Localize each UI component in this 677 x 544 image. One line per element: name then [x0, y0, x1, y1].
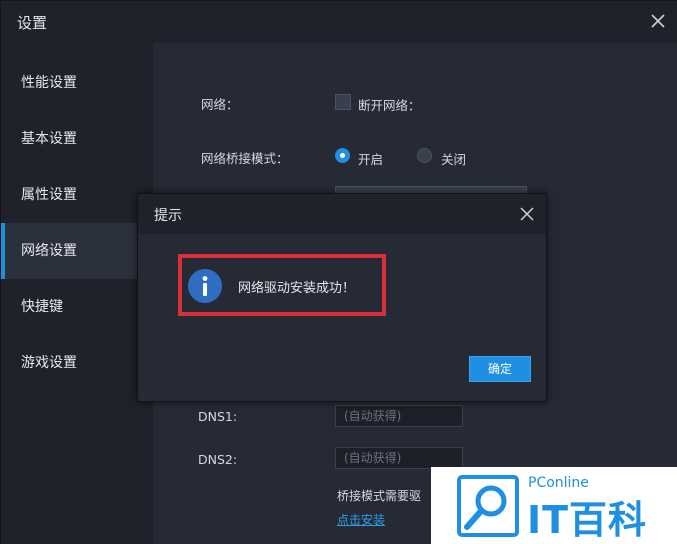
dns2-input[interactable]: (自动获得): [335, 447, 463, 469]
bridge-note: 桥接模式需要驱: [337, 489, 422, 503]
close-icon[interactable]: [648, 11, 668, 31]
dns1-input[interactable]: (自动获得): [335, 405, 463, 427]
dns2-label: DNS2:: [198, 452, 238, 467]
prompt-dialog: 提示 网络驱动安装成功！ 确定: [137, 193, 547, 402]
close-icon[interactable]: [518, 205, 536, 223]
bridge-on-radio[interactable]: [335, 148, 350, 163]
watermark-badge: PConline IT百科: [431, 467, 677, 544]
bridge-mode-label: 网络桥接模式：: [201, 151, 289, 166]
sidebar-item-performance[interactable]: 性能设置: [1, 55, 137, 111]
install-driver-link[interactable]: 点击安装: [337, 511, 385, 528]
sidebar: 性能设置 基本设置 属性设置 网络设置 快捷键 游戏设置: [1, 43, 153, 544]
bridge-off-radio[interactable]: [417, 148, 432, 163]
dialog-header: 提示: [138, 194, 546, 234]
window-title: 设置: [17, 14, 48, 32]
sidebar-item-properties[interactable]: 属性设置: [1, 167, 137, 223]
disconnect-label: 断开网络：: [358, 98, 421, 113]
disconnect-checkbox[interactable]: [335, 94, 351, 110]
info-icon: [188, 269, 222, 303]
dialog-message: 网络驱动安装成功！: [238, 281, 356, 296]
network-label: 网络：: [201, 97, 239, 112]
dns1-label: DNS1:: [198, 409, 238, 424]
bridge-on-label: 开启: [358, 152, 384, 167]
ok-button[interactable]: 确定: [469, 356, 531, 382]
bridge-off-label: 关闭: [441, 152, 467, 167]
watermark-brand: IT百科: [527, 498, 648, 542]
sidebar-item-basic[interactable]: 基本设置: [1, 111, 137, 167]
settings-window: 设置 性能设置 基本设置 属性设置 网络设置 快捷键 游戏设置 网络： 断开网络…: [0, 0, 677, 544]
sidebar-item-shortcuts[interactable]: 快捷键: [1, 279, 137, 335]
sidebar-item-network[interactable]: 网络设置: [1, 223, 137, 279]
dialog-title: 提示: [154, 208, 182, 224]
sidebar-item-games[interactable]: 游戏设置: [1, 335, 137, 391]
title-bar: 设置: [1, 1, 677, 43]
magnifier-logo-icon: [457, 475, 519, 537]
